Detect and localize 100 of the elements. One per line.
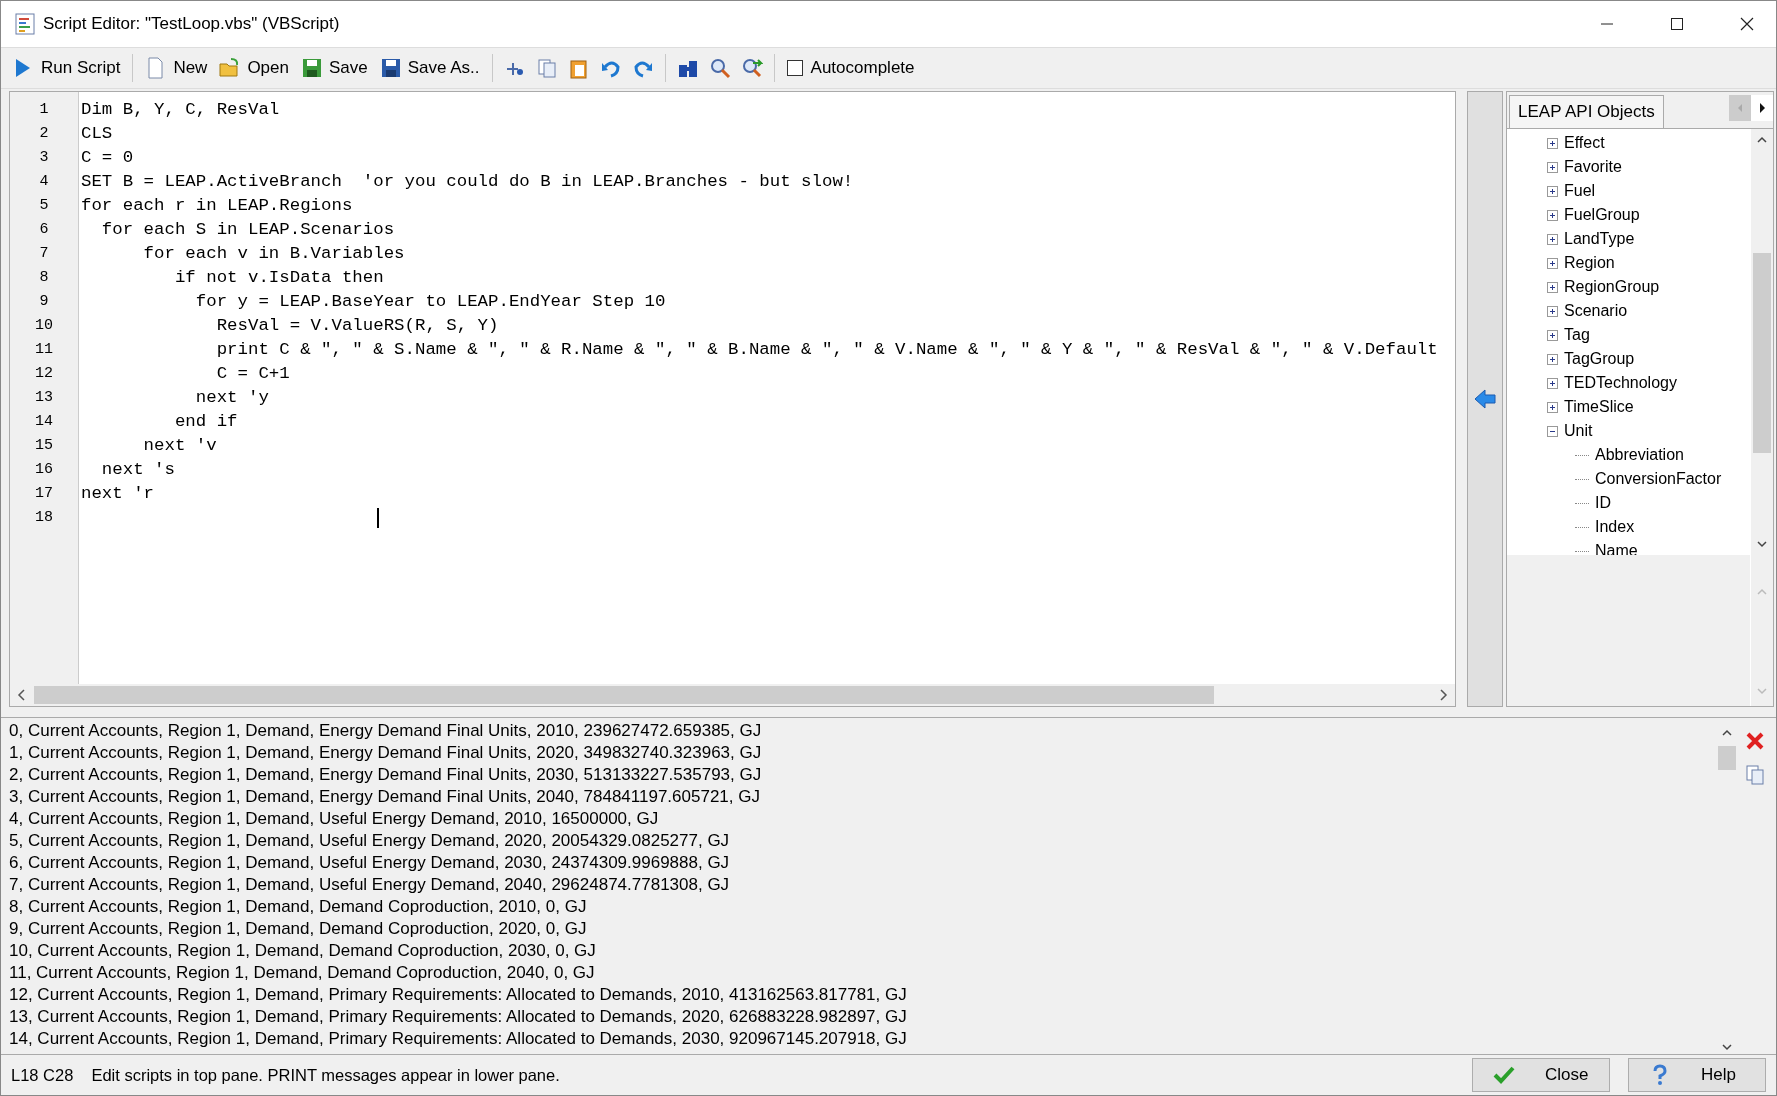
toolbar-button[interactable]: Open	[215, 55, 293, 81]
plus-box-icon[interactable]	[1547, 329, 1558, 341]
tree-item[interactable]: Tag	[1564, 326, 1590, 344]
scrollbar-thumb[interactable]	[1753, 253, 1771, 453]
code-line: next 'v	[142, 436, 217, 455]
plus-box-icon[interactable]	[1547, 161, 1558, 173]
magnifier-icon[interactable]	[708, 57, 731, 79]
line-number: 9	[38, 292, 50, 312]
output-line: 1, Current Accounts, Region 1, Demand, Energy Demand Final Units, 2020, 349832740.323963, GJ	[9, 742, 763, 764]
plus-box-icon[interactable]	[1547, 353, 1558, 365]
output-line: 9, Current Accounts, Region 1, Demand, Demand Coproduction, 2020, 0, GJ	[9, 918, 588, 940]
plus-box-icon[interactable]	[1547, 209, 1558, 221]
output-line: 11, Current Accounts, Region 1, Demand, Demand Coproduction, 2040, 0, GJ	[9, 962, 596, 984]
dialog-button[interactable]: Help	[1628, 1058, 1766, 1092]
plus-box-icon[interactable]	[1547, 377, 1558, 389]
output-line: 2, Current Accounts, Region 1, Demand, Energy Demand Final Units, 2030, 513133227.535793, GJ	[9, 764, 763, 786]
plus-box-icon[interactable]	[1547, 185, 1558, 197]
clipboard-icon[interactable]	[567, 57, 590, 79]
status-message: Edit scripts in top pane. PRINT messages appear in lower pane.	[91, 1065, 561, 1085]
code-line: Dim B, Y, C, ResVal	[81, 100, 280, 119]
code-line: next 'y	[194, 388, 269, 407]
tree-item[interactable]: Fuel	[1564, 182, 1596, 200]
line-number: 16	[34, 460, 54, 480]
tree-item[interactable]: TimeSlice	[1564, 398, 1634, 416]
code-line: next 'r	[81, 484, 155, 503]
plus-box-icon[interactable]	[1547, 137, 1558, 149]
toolbar-button[interactable]: Save As..	[375, 55, 484, 81]
scrollbar-thumb[interactable]	[34, 686, 1214, 704]
plus-box-icon[interactable]	[1547, 257, 1558, 269]
output-line: 14, Current Accounts, Region 1, Demand, Primary Requirements: Allocated to Demands, 2030, 920967145.207918, GJ	[9, 1028, 908, 1050]
tree-item[interactable]: Index	[1595, 518, 1635, 536]
output-line: 4, Current Accounts, Region 1, Demand, Useful Energy Demand, 2010, 16500000, GJ	[9, 808, 660, 830]
code-line: ResVal = V.ValueRS(R, S, Y)	[215, 316, 499, 335]
plus-box-icon[interactable]	[1547, 401, 1558, 413]
line-number: 2	[38, 124, 50, 144]
output-line: 13, Current Accounts, Region 1, Demand, Primary Requirements: Allocated to Demands, 2020, 626883228.982897, GJ	[9, 1006, 908, 1028]
minus-box-icon[interactable]	[1547, 425, 1558, 437]
copy-icon[interactable]	[535, 57, 558, 79]
line-number: 6	[38, 220, 50, 240]
plus-box-icon[interactable]	[1547, 305, 1558, 317]
tree-item[interactable]: Scenario	[1564, 302, 1628, 320]
code-line: C = C+1	[215, 364, 290, 383]
output-line: 8, Current Accounts, Region 1, Demand, Demand Coproduction, 2010, 0, GJ	[9, 896, 588, 918]
code-line: print C & ", " & S.Name & ", " & R.Name & ", " & B.Name & ", " & V.Name & ", " & Y & ", " & ResVal & ", " & V.Default	[215, 340, 1438, 359]
horizontal-scrollbar[interactable]	[10, 684, 1455, 706]
check-icon	[1493, 1064, 1515, 1086]
toolbar-button[interactable]: Run Script	[9, 55, 125, 81]
output-line: 10, Current Accounts, Region 1, Demand, Demand Coproduction, 2030, 0, GJ	[9, 940, 597, 962]
tree-item[interactable]: Region	[1564, 254, 1615, 272]
toolbar-button[interactable]: New	[141, 55, 212, 81]
plus-box-icon[interactable]	[1547, 233, 1558, 245]
dialog-button[interactable]: Close	[1472, 1058, 1610, 1092]
line-number: 12	[34, 364, 54, 384]
code-line: CLS	[81, 124, 113, 143]
left-arrow-icon[interactable]	[1473, 388, 1497, 410]
code-line: for each S in LEAP.Scenarios	[100, 220, 395, 239]
tree-item[interactable]: TEDTechnology	[1564, 374, 1677, 392]
line-number: 8	[38, 268, 50, 288]
tree-item[interactable]: RegionGroup	[1564, 278, 1660, 296]
delete-icon[interactable]	[1744, 730, 1766, 752]
line-number: 15	[34, 436, 54, 456]
code-line: if not v.IsData then	[173, 268, 384, 287]
tree-item[interactable]: LandType	[1564, 230, 1635, 248]
tree-item[interactable]: ConversionFactor	[1595, 470, 1722, 488]
tree-item[interactable]: FuelGroup	[1564, 206, 1640, 224]
code-line: for each r in LEAP.Regions	[81, 196, 353, 215]
cursor-position: L18 C28	[11, 1065, 74, 1085]
output-line: 7, Current Accounts, Region 1, Demand, Useful Energy Demand, 2040, 29624874.7781308, GJ	[9, 874, 731, 896]
output-line: 12, Current Accounts, Region 1, Demand, Primary Requirements: Allocated to Demands, 2010, 413162563.817781, GJ	[9, 984, 908, 1006]
toolbar-button[interactable]: Save	[297, 55, 372, 81]
tree-item[interactable]: Favorite	[1564, 158, 1622, 176]
autocomplete-label[interactable]: Autocomplete	[810, 58, 915, 78]
line-number: 1	[38, 100, 50, 120]
tree-item[interactable]: Unit	[1564, 422, 1593, 440]
panel-tab[interactable]: LEAP API Objects	[1509, 95, 1664, 128]
scrollbar-thumb[interactable]	[1718, 746, 1736, 770]
line-number: 10	[34, 316, 54, 336]
code-line: next 's	[100, 460, 175, 479]
tree-item[interactable]: Abbreviation	[1595, 446, 1684, 464]
autocomplete-checkbox[interactable]	[786, 60, 803, 76]
tree-item[interactable]: ID	[1595, 494, 1611, 512]
replace-icon[interactable]	[740, 57, 763, 79]
output-line: 0, Current Accounts, Region 1, Demand, Energy Demand Final Units, 2010, 239627472.659385, GJ	[9, 720, 763, 742]
plus-box-icon[interactable]	[1547, 281, 1558, 293]
line-number: 13	[34, 388, 54, 408]
line-number: 11	[34, 340, 54, 360]
code-line: end if	[173, 412, 238, 431]
vertical-scrollbar[interactable]	[1751, 129, 1773, 555]
tree-item[interactable]: Effect	[1564, 134, 1605, 152]
code-line: for each v in B.Variables	[142, 244, 405, 263]
output-line: 6, Current Accounts, Region 1, Demand, Useful Energy Demand, 2030, 24374309.9969888, GJ	[9, 852, 731, 874]
text-cursor	[377, 508, 379, 528]
script-document-icon	[15, 13, 35, 35]
tree-item[interactable]: TagGroup	[1564, 350, 1635, 368]
line-number: 7	[38, 244, 50, 264]
output-line: 5, Current Accounts, Region 1, Demand, Useful Energy Demand, 2020, 20054329.0825277, GJ	[9, 830, 731, 852]
output-line: 3, Current Accounts, Region 1, Demand, Energy Demand Final Units, 2040, 784841197.605721, GJ	[9, 786, 761, 808]
code-line: C = 0	[81, 148, 134, 167]
window-title: Script Editor: "TestLoop.vbs" (VBScript)	[43, 14, 341, 34]
copy-icon[interactable]	[1744, 764, 1766, 786]
